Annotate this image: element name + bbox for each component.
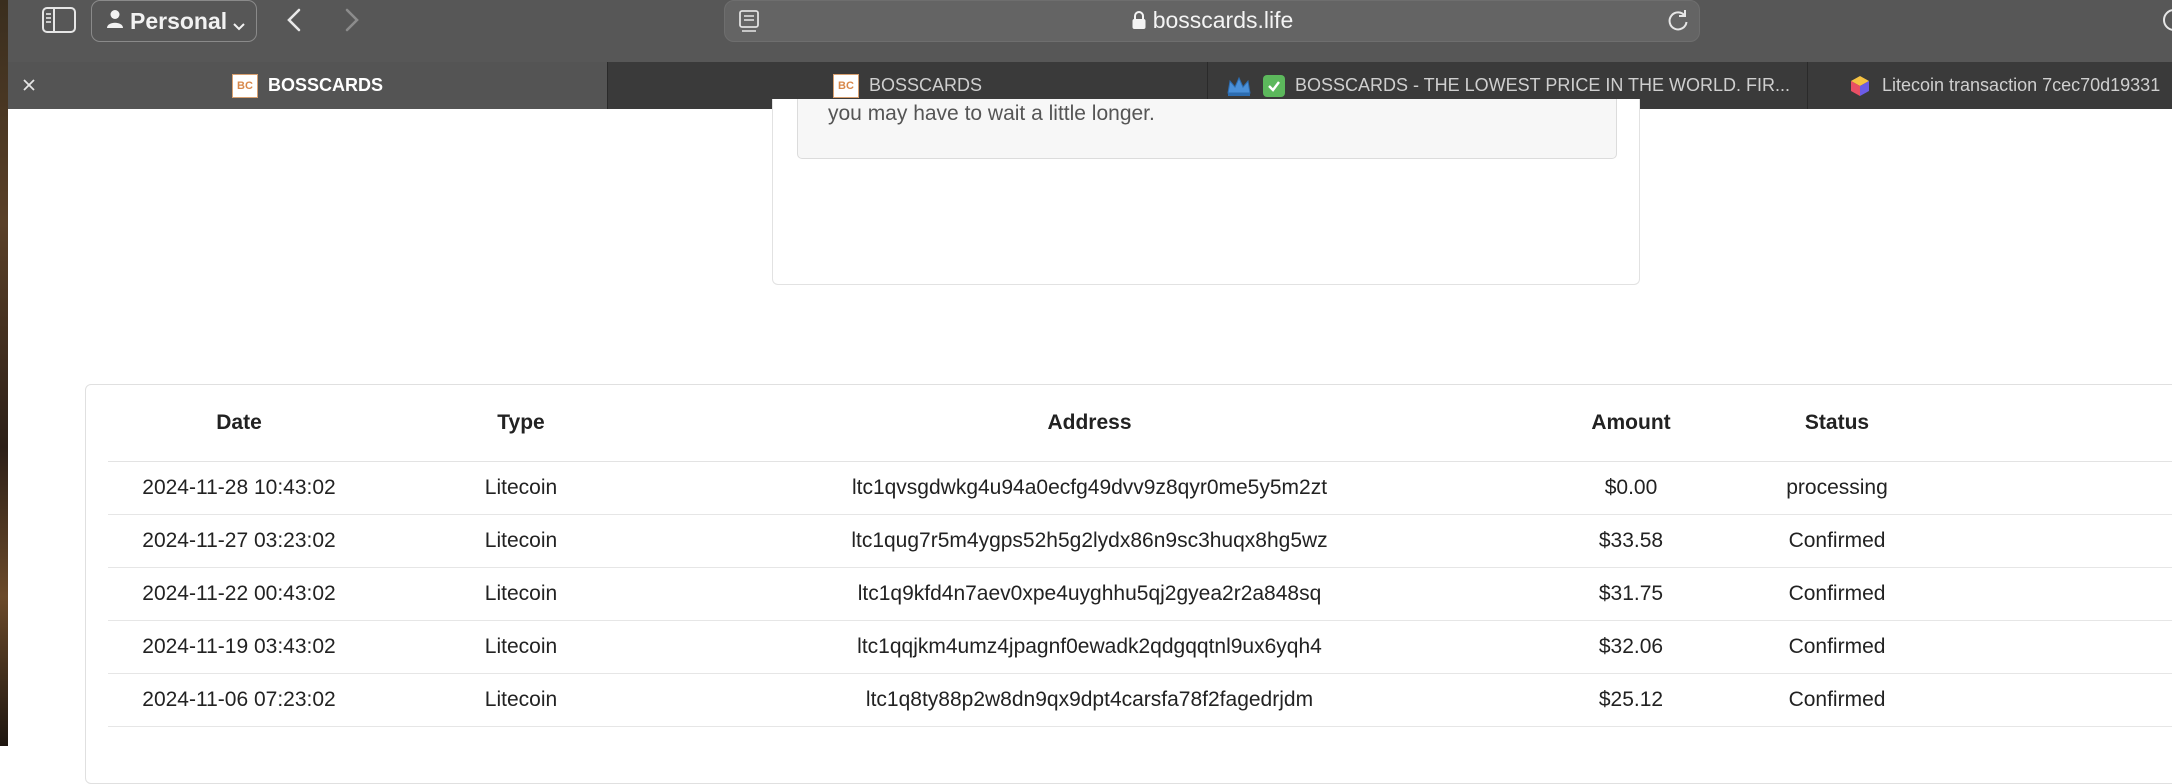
- address-bar[interactable]: bosscards.life: [724, 0, 1700, 42]
- cell-amount: $31.75: [1507, 567, 1755, 621]
- desktop-wallpaper-edge: [0, 0, 8, 746]
- cell-address: ltc1qqjkm4umz4jpagnf0ewadk2qdgqqtnl9ux6y…: [672, 620, 1507, 674]
- url-display[interactable]: bosscards.life: [725, 7, 1699, 36]
- header-amount: Amount: [1507, 385, 1755, 462]
- header-status: Status: [1755, 385, 1919, 462]
- header-type: Type: [370, 385, 672, 462]
- forward-button[interactable]: [340, 5, 364, 35]
- url-text: bosscards.life: [1152, 7, 1294, 33]
- back-button[interactable]: [282, 5, 306, 35]
- cell-type: Litecoin: [370, 620, 672, 674]
- close-tab-icon[interactable]: [20, 76, 38, 94]
- page-content: you may have to wait a little longer. Da…: [8, 99, 2172, 784]
- checkmark-icon: [1262, 74, 1285, 97]
- profile-button[interactable]: Personal: [91, 0, 257, 42]
- cell-date: 2024-11-19 03:43:02: [108, 620, 370, 674]
- cell-amount: $33.58: [1507, 514, 1755, 568]
- table-row: 2024-11-28 10:43:02 Litecoin ltc1qvsgdwk…: [108, 461, 2172, 515]
- cell-address: ltc1qvsgdwkg4u94a0ecfg49dvv9z8qyr0me5y5m…: [672, 461, 1507, 515]
- table-row: 2024-11-27 03:23:02 Litecoin ltc1qug7r5m…: [108, 514, 2172, 568]
- cell-spacer: [1919, 673, 2172, 727]
- notice-text: you may have to wait a little longer.: [828, 102, 1155, 125]
- cell-amount: $0.00: [1507, 461, 1755, 515]
- chevron-right-icon: [345, 8, 359, 32]
- cell-date: 2024-11-27 03:23:02: [108, 514, 370, 568]
- tab-label: BOSSCARDS: [267, 75, 383, 95]
- tab-bosscards-active[interactable]: BC BOSSCARDS: [8, 62, 607, 109]
- lock-icon: [1131, 9, 1147, 36]
- cell-status: processing: [1755, 461, 1919, 515]
- cell-amount: $25.12: [1507, 673, 1755, 727]
- table-row: 2024-11-19 03:43:02 Litecoin ltc1qqjkm4u…: [108, 620, 2172, 674]
- cell-type: Litecoin: [370, 673, 672, 727]
- person-icon: [106, 8, 124, 35]
- cell-spacer: [1919, 567, 2172, 621]
- transactions-table: Date Type Address Amount Status 2024-11-…: [108, 385, 2172, 727]
- table-row: 2024-11-22 00:43:02 Litecoin ltc1q9kfd4n…: [108, 567, 2172, 621]
- bosscards-favicon-icon: BC: [231, 73, 258, 98]
- table-row: 2024-11-06 07:23:02 Litecoin ltc1q8ty88p…: [108, 673, 2172, 727]
- header-spacer: [1919, 385, 2172, 462]
- cell-status: Confirmed: [1755, 514, 1919, 568]
- cell-type: Litecoin: [370, 461, 672, 515]
- cell-address: ltc1q9kfd4n7aev0xpe4uyghhu5qj2gyea2r2a84…: [672, 567, 1507, 621]
- cell-spacer: [1919, 514, 2172, 568]
- profile-label: Personal: [130, 7, 228, 34]
- cell-spacer: [1919, 461, 2172, 515]
- chevron-left-icon: [287, 8, 301, 32]
- cell-date: 2024-11-22 00:43:02: [108, 567, 370, 621]
- clock-icon[interactable]: [2160, 6, 2172, 34]
- tab-litecoin-transaction[interactable]: Litecoin transaction 7cec70d19331: [1807, 62, 2172, 109]
- transactions-card: Date Type Address Amount Status 2024-11-…: [85, 384, 2172, 784]
- cell-status: Confirmed: [1755, 567, 1919, 621]
- tab-label: Litecoin transaction 7cec70d19331: [1882, 75, 2161, 95]
- notice-card: you may have to wait a little longer.: [772, 99, 1640, 285]
- browser-window: Personal bosscards.life BC BOSSCARDS BC …: [8, 0, 2172, 784]
- chevron-down-icon: [232, 13, 246, 40]
- cell-date: 2024-11-28 10:43:02: [108, 461, 370, 515]
- cube-icon: [1848, 74, 1872, 98]
- crown-icon: [1225, 75, 1253, 97]
- cell-date: 2024-11-06 07:23:02: [108, 673, 370, 727]
- table-header-row: Date Type Address Amount Status: [108, 385, 2172, 462]
- cell-address: ltc1q8ty88p2w8dn9qx9dpt4carsfa78f2fagedr…: [672, 673, 1507, 727]
- header-date: Date: [108, 385, 370, 462]
- cell-type: Litecoin: [370, 567, 672, 621]
- tab-label: BOSSCARDS - THE LOWEST PRICE IN THE WORL…: [1294, 75, 1791, 95]
- cell-type: Litecoin: [370, 514, 672, 568]
- cell-status: Confirmed: [1755, 620, 1919, 674]
- notice-box: you may have to wait a little longer.: [797, 99, 1617, 159]
- header-address: Address: [672, 385, 1507, 462]
- cell-spacer: [1919, 620, 2172, 674]
- bosscards-favicon-icon: BC: [832, 73, 859, 98]
- cell-address: ltc1qug7r5m4ygps52h5g2lydx86n9sc3huqx8hg…: [672, 514, 1507, 568]
- browser-toolbar: Personal bosscards.life: [8, 0, 2172, 62]
- reload-icon[interactable]: [1665, 8, 1691, 34]
- cell-status: Confirmed: [1755, 673, 1919, 727]
- sidebar-toggle-icon[interactable]: [41, 6, 77, 34]
- cell-amount: $32.06: [1507, 620, 1755, 674]
- tab-label: BOSSCARDS: [868, 75, 983, 95]
